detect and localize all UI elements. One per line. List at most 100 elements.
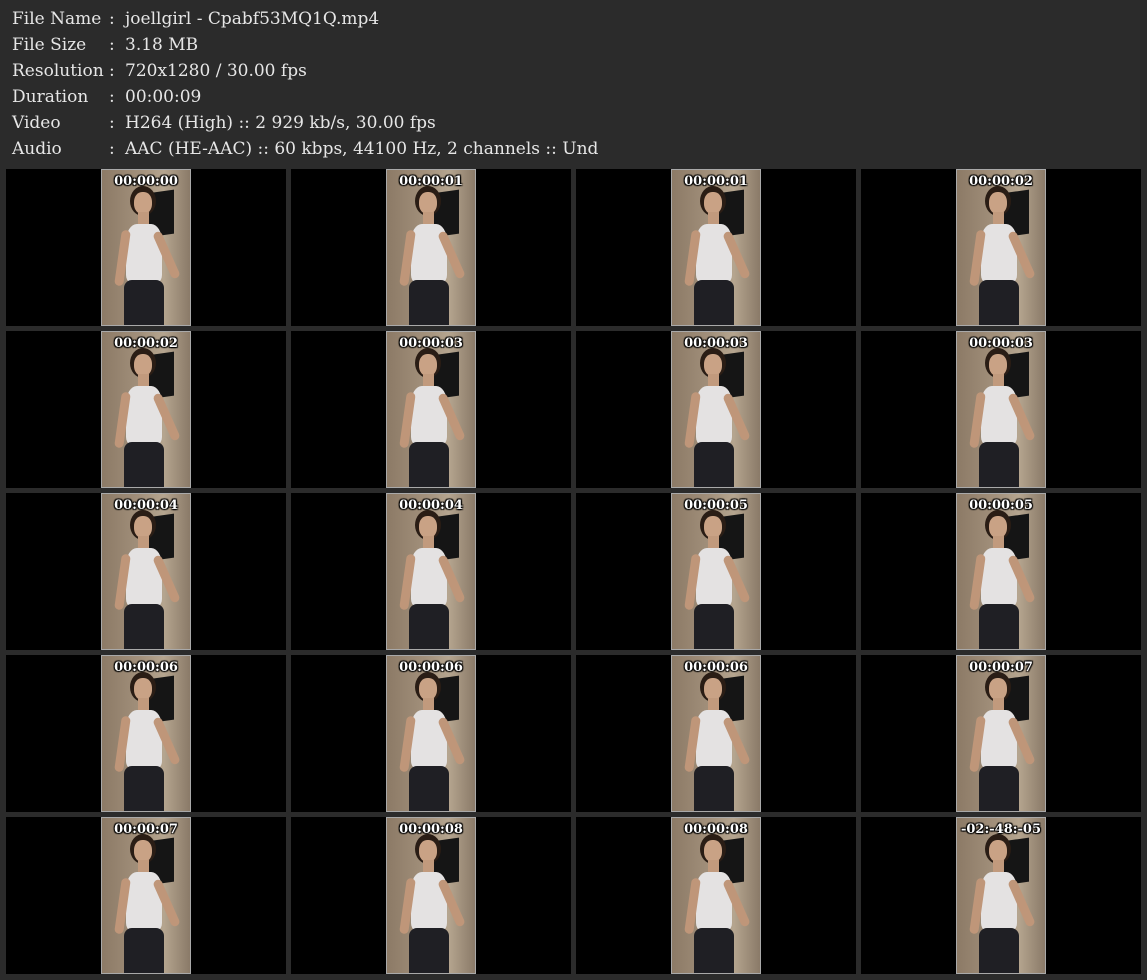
frame-shape-face <box>134 192 152 214</box>
thumbnail-timestamp: 00:00:02 <box>969 174 1033 189</box>
frame-shape-face <box>704 192 722 214</box>
frame-shape-pants <box>409 928 449 973</box>
info-value: joellgirl - Cpabf53MQ1Q.mp4 <box>125 9 380 29</box>
frame-shape-pants <box>124 604 164 649</box>
info-colon: : <box>109 35 115 55</box>
thumbnail-cell: 00:00:07 <box>6 817 286 974</box>
info-row-audio: Audio : AAC (HE-AAC) :: 60 kbps, 44100 H… <box>12 136 1132 162</box>
thumbnail-cell: 00:00:05 <box>861 493 1141 650</box>
thumbnail-cell: 00:00:06 <box>576 655 856 812</box>
video-frame-thumbnail: 00:00:07 <box>101 817 191 974</box>
frame-shape-face <box>989 192 1007 214</box>
video-frame-thumbnail: 00:00:04 <box>101 493 191 650</box>
file-info-panel: File Name : joellgirl - Cpabf53MQ1Q.mp4 … <box>12 6 1132 162</box>
video-frame-thumbnail: 00:00:05 <box>671 493 761 650</box>
info-value: AAC (HE-AAC) :: 60 kbps, 44100 Hz, 2 cha… <box>125 139 599 159</box>
video-frame-thumbnail: 00:00:06 <box>671 655 761 812</box>
video-frame-thumbnail: 00:00:08 <box>386 817 476 974</box>
frame-shape-pants <box>694 280 734 325</box>
thumbnail-cell: 00:00:05 <box>576 493 856 650</box>
thumbnail-timestamp: 00:00:04 <box>114 498 178 513</box>
frame-shape-face <box>419 354 437 376</box>
thumbnail-cell: 00:00:00 <box>6 169 286 326</box>
thumbnail-timestamp: 00:00:07 <box>114 822 178 837</box>
info-colon: : <box>109 113 115 133</box>
info-label: Resolution <box>12 61 104 81</box>
frame-shape-face <box>704 354 722 376</box>
thumbnail-timestamp: 00:00:08 <box>684 822 748 837</box>
info-colon: : <box>109 61 115 81</box>
frame-shape-pants <box>409 280 449 325</box>
video-frame-thumbnail: 00:00:03 <box>386 331 476 488</box>
frame-shape-pants <box>694 928 734 973</box>
info-label: File Name <box>12 9 102 29</box>
frame-shape-pants <box>409 442 449 487</box>
frame-shape-face <box>989 840 1007 862</box>
frame-shape-face <box>419 192 437 214</box>
video-frame-thumbnail: 00:00:06 <box>386 655 476 812</box>
thumbnail-cell: 00:00:06 <box>6 655 286 812</box>
frame-shape-face <box>989 354 1007 376</box>
info-row-file-name: File Name : joellgirl - Cpabf53MQ1Q.mp4 <box>12 6 1132 32</box>
thumbnail-timestamp: 00:00:04 <box>399 498 463 513</box>
video-frame-thumbnail: 00:00:05 <box>956 493 1046 650</box>
thumbnail-cell: -02:-48:-05 <box>861 817 1141 974</box>
thumbnail-timestamp: 00:00:01 <box>684 174 748 189</box>
thumbnail-timestamp: 00:00:06 <box>684 660 748 675</box>
video-frame-thumbnail: 00:00:08 <box>671 817 761 974</box>
frame-shape-pants <box>409 604 449 649</box>
thumbnail-timestamp: -02:-48:-05 <box>960 822 1042 837</box>
video-frame-thumbnail: 00:00:03 <box>956 331 1046 488</box>
frame-shape-face <box>419 840 437 862</box>
info-colon: : <box>109 9 115 29</box>
thumbnail-cell: 00:00:01 <box>291 169 571 326</box>
thumbnail-timestamp: 00:00:07 <box>969 660 1033 675</box>
frame-shape-pants <box>409 766 449 811</box>
frame-shape-pants <box>124 928 164 973</box>
video-frame-thumbnail: -02:-48:-05 <box>956 817 1046 974</box>
thumbnail-cell: 00:00:04 <box>291 493 571 650</box>
frame-shape-pants <box>979 442 1019 487</box>
frame-shape-face <box>989 678 1007 700</box>
thumbnail-timestamp: 00:00:00 <box>114 174 178 189</box>
video-frame-thumbnail: 00:00:03 <box>671 331 761 488</box>
info-value: 00:00:09 <box>125 87 202 107</box>
thumbnail-cell: 00:00:01 <box>576 169 856 326</box>
thumbnail-cell: 00:00:04 <box>6 493 286 650</box>
info-value: 3.18 MB <box>125 35 199 55</box>
info-row-video: Video : H264 (High) :: 2 929 kb/s, 30.00… <box>12 110 1132 136</box>
thumbnail-timestamp: 00:00:06 <box>399 660 463 675</box>
frame-shape-face <box>134 840 152 862</box>
thumbnail-cell: 00:00:07 <box>861 655 1141 812</box>
video-frame-thumbnail: 00:00:04 <box>386 493 476 650</box>
thumbnail-timestamp: 00:00:01 <box>399 174 463 189</box>
frame-shape-face <box>989 516 1007 538</box>
info-colon: : <box>109 87 115 107</box>
thumbnail-timestamp: 00:00:02 <box>114 336 178 351</box>
thumbnail-timestamp: 00:00:05 <box>684 498 748 513</box>
video-frame-thumbnail: 00:00:07 <box>956 655 1046 812</box>
video-frame-thumbnail: 00:00:06 <box>101 655 191 812</box>
thumbnail-cell: 00:00:08 <box>576 817 856 974</box>
thumbnail-cell: 00:00:02 <box>6 331 286 488</box>
thumbnail-timestamp: 00:00:05 <box>969 498 1033 513</box>
frame-shape-face <box>134 516 152 538</box>
info-row-file-size: File Size : 3.18 MB <box>12 32 1132 58</box>
thumbnail-timestamp: 00:00:08 <box>399 822 463 837</box>
thumbnail-cell: 00:00:06 <box>291 655 571 812</box>
video-frame-thumbnail: 00:00:01 <box>386 169 476 326</box>
frame-shape-pants <box>979 280 1019 325</box>
thumbnail-timestamp: 00:00:03 <box>684 336 748 351</box>
info-value: H264 (High) :: 2 929 kb/s, 30.00 fps <box>125 113 436 133</box>
frame-shape-pants <box>694 766 734 811</box>
frame-shape-face <box>704 678 722 700</box>
frame-shape-pants <box>694 604 734 649</box>
frame-shape-pants <box>124 766 164 811</box>
info-label: Audio <box>12 139 62 159</box>
thumbnail-cell: 00:00:03 <box>291 331 571 488</box>
thumbnail-timestamp: 00:00:03 <box>969 336 1033 351</box>
frame-shape-face <box>704 516 722 538</box>
thumbnail-cell: 00:00:08 <box>291 817 571 974</box>
frame-shape-face <box>704 840 722 862</box>
frame-shape-face <box>134 678 152 700</box>
